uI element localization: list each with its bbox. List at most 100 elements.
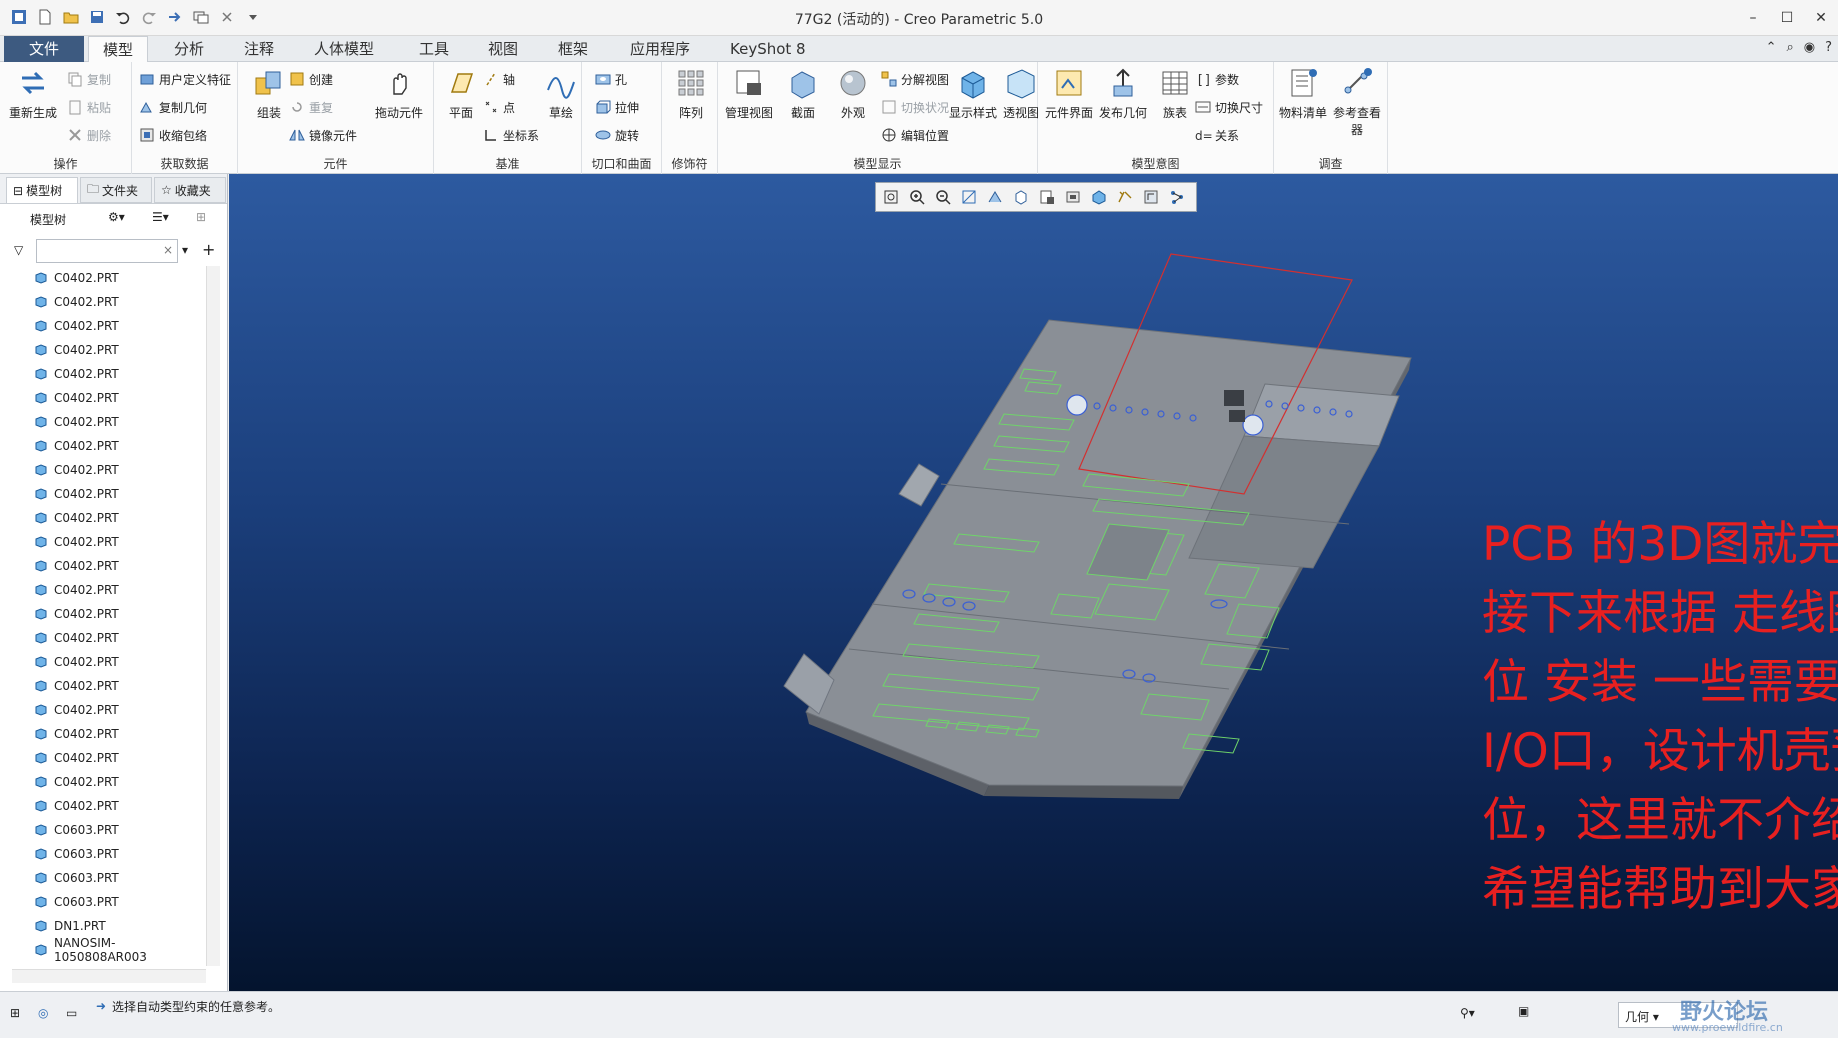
parameters-button[interactable]: [] 参数: [1194, 68, 1239, 90]
component-interface-button[interactable]: 元件界面: [1042, 66, 1096, 121]
create-component-button[interactable]: 创建: [288, 68, 333, 90]
tree-item[interactable]: C0402.PRT: [12, 722, 206, 746]
tree-item[interactable]: C0402.PRT: [12, 554, 206, 578]
tab-analysis[interactable]: 分析: [160, 36, 218, 62]
tree-item[interactable]: C0402.PRT: [12, 290, 206, 314]
tab-view[interactable]: 视图: [474, 36, 532, 62]
tree-item[interactable]: C0402.PRT: [12, 434, 206, 458]
tree-item[interactable]: C0603.PRT: [12, 866, 206, 890]
shrinkwrap-button[interactable]: 收缩包络: [138, 124, 207, 146]
clear-search-icon[interactable]: ×: [163, 243, 173, 257]
tree-item[interactable]: C0402.PRT: [12, 314, 206, 338]
tree-item[interactable]: C0402.PRT: [12, 794, 206, 818]
tab-annotate[interactable]: 注释: [230, 36, 288, 62]
full-screen-icon[interactable]: ▭: [66, 1006, 77, 1020]
tree-item[interactable]: C0402.PRT: [12, 650, 206, 674]
tree-item[interactable]: C0603.PRT: [12, 890, 206, 914]
tree-item[interactable]: C0402.PRT: [12, 626, 206, 650]
regenerate-button[interactable]: 重新生成: [6, 66, 60, 121]
graphics-viewport[interactable]: PCB 的3D图就完美呈现 接下来根据 走线图的孔 位 安装 一些需要设计 I/…: [229, 174, 1838, 991]
find-icon[interactable]: ⚲▾: [1460, 1006, 1475, 1020]
selection-filter-icon[interactable]: ▣: [1518, 1004, 1529, 1018]
bill-of-materials-button[interactable]: 物料清单: [1276, 66, 1330, 121]
tab-favorites[interactable]: ☆ 收藏夹: [154, 177, 226, 203]
drag-component-button[interactable]: 拖动元件: [372, 66, 426, 121]
section-button[interactable]: 截面: [776, 66, 830, 121]
account-icon[interactable]: ◉: [1804, 40, 1815, 55]
group-label-datum[interactable]: 基准: [434, 155, 581, 172]
delete-button[interactable]: 删除: [66, 124, 111, 146]
tab-model[interactable]: 模型: [88, 36, 149, 63]
tree-item[interactable]: C0402.PRT: [12, 698, 206, 722]
explode-view-button[interactable]: 分解视图: [880, 68, 949, 90]
user-defined-feature-button[interactable]: 用户定义特征: [138, 68, 231, 90]
sketch-button[interactable]: 草绘: [534, 66, 588, 121]
tree-item[interactable]: DN1.PRT: [12, 914, 206, 938]
group-label-investigate[interactable]: 调查: [1274, 155, 1387, 172]
tree-item[interactable]: C0402.PRT: [12, 602, 206, 626]
tree-item[interactable]: C0402.PRT: [12, 530, 206, 554]
manage-views-button[interactable]: 管理视图: [722, 66, 776, 121]
tree-item[interactable]: C0402.PRT: [12, 506, 206, 530]
tree-item[interactable]: C0402.PRT: [12, 338, 206, 362]
tree-item[interactable]: C0402.PRT: [12, 674, 206, 698]
tab-folder-browser[interactable]: 🗀 文件夹: [80, 177, 152, 203]
search-dropdown-icon[interactable]: ▾: [182, 243, 188, 257]
tree-vertical-scrollbar[interactable]: [206, 266, 220, 966]
tree-search-input[interactable]: [36, 239, 178, 263]
edit-position-button[interactable]: 编辑位置: [880, 124, 949, 146]
paste-button[interactable]: 粘贴: [66, 96, 111, 118]
mirror-component-button[interactable]: 镜像元件: [288, 124, 357, 146]
tab-framework[interactable]: 框架: [544, 36, 602, 62]
tree-item[interactable]: C0402.PRT: [12, 410, 206, 434]
tree-settings-icon[interactable]: ⚙▾: [108, 210, 125, 224]
switch-dimensions-button[interactable]: 切换尺寸: [1194, 96, 1263, 118]
reference-viewer-button[interactable]: 参考查看器: [1330, 66, 1384, 138]
plane-button[interactable]: 平面: [434, 66, 488, 121]
csys-button[interactable]: 坐标系: [482, 124, 539, 146]
search-icon[interactable]: ⌕: [1786, 40, 1793, 55]
relations-button[interactable]: d= 关系: [1194, 124, 1239, 146]
funnel-icon[interactable]: ▽: [14, 243, 23, 257]
tree-item[interactable]: C0402.PRT: [12, 362, 206, 386]
tree-item[interactable]: C0402.PRT: [12, 386, 206, 410]
help-icon[interactable]: ?: [1825, 40, 1832, 55]
copy-button[interactable]: 复制: [66, 68, 111, 90]
repeat-button[interactable]: 重复: [288, 96, 333, 118]
tab-keyshot[interactable]: KeyShot 8: [716, 36, 820, 62]
appearance-button[interactable]: 外观: [826, 66, 880, 121]
maximize-button[interactable]: ☐: [1770, 0, 1804, 36]
hole-button[interactable]: 孔: [594, 68, 627, 90]
tree-horizontal-scrollbar[interactable]: [12, 969, 206, 983]
tree-item[interactable]: C0603.PRT: [12, 818, 206, 842]
group-label-cut-surface[interactable]: 切口和曲面: [582, 155, 661, 172]
tab-model-tree[interactable]: ⊟ 模型树: [6, 177, 78, 203]
extrude-button[interactable]: 拉伸: [594, 96, 639, 118]
tree-item[interactable]: C0402.PRT: [12, 458, 206, 482]
point-button[interactable]: 点: [482, 96, 515, 118]
tree-item[interactable]: C0402.PRT: [12, 746, 206, 770]
tree-item[interactable]: C0603.PRT: [12, 842, 206, 866]
tree-item[interactable]: C0402.PRT: [12, 578, 206, 602]
tree-item[interactable]: C0402.PRT: [12, 266, 206, 290]
axis-button[interactable]: 轴: [482, 68, 515, 90]
pattern-button[interactable]: 阵列: [664, 66, 718, 121]
tree-item[interactable]: C0402.PRT: [12, 770, 206, 794]
tab-tools[interactable]: 工具: [405, 36, 463, 62]
revolve-button[interactable]: 旋转: [594, 124, 639, 146]
grid-toggle-icon[interactable]: ⊞: [10, 1006, 20, 1020]
tree-filter-icon[interactable]: ⊞: [196, 210, 206, 224]
show-columns-icon[interactable]: ☰▾: [152, 210, 169, 224]
group-label-get-data[interactable]: 获取数据: [132, 155, 237, 172]
close-button[interactable]: ✕: [1804, 0, 1838, 36]
tree-item[interactable]: C0402.PRT: [12, 482, 206, 506]
group-label-model-display[interactable]: 模型显示: [718, 155, 1037, 172]
group-label-operations[interactable]: 操作: [0, 155, 131, 172]
copy-geometry-button[interactable]: 复制几何: [138, 96, 207, 118]
minimize-button[interactable]: –: [1736, 0, 1770, 36]
toggle-status-button[interactable]: 切换状况: [880, 96, 949, 118]
tab-applications[interactable]: 应用程序: [616, 36, 704, 62]
display-style-button[interactable]: 显示样式: [946, 66, 1000, 121]
web-browser-icon[interactable]: ◎: [38, 1006, 48, 1020]
group-label-model-intent[interactable]: 模型意图: [1038, 155, 1273, 172]
